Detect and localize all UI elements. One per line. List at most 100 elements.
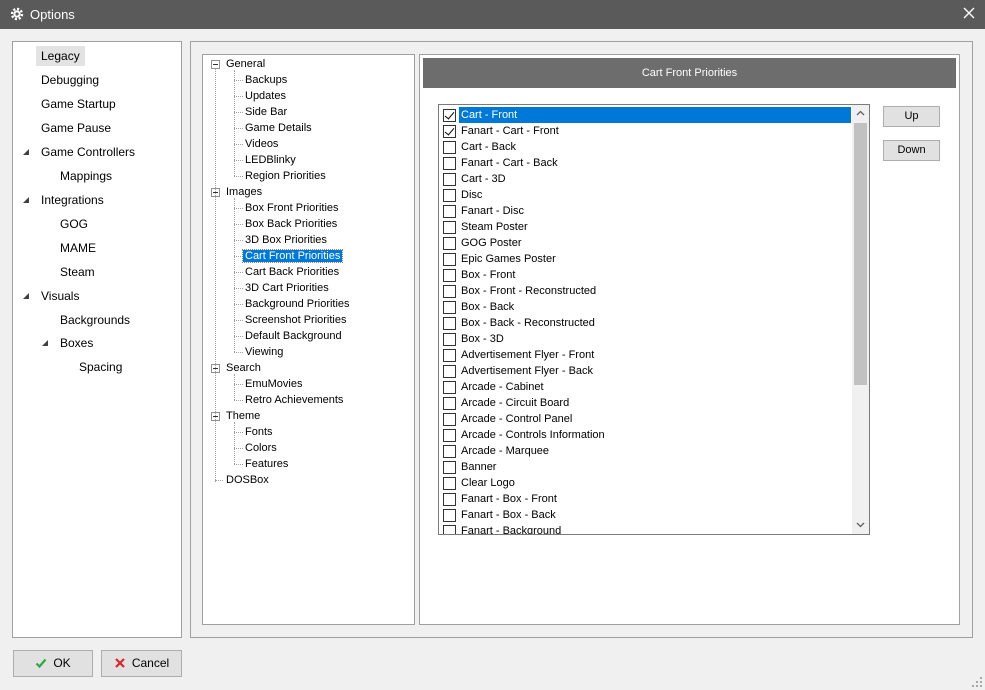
tree-node-region-priorities[interactable]: Region Priorities bbox=[243, 169, 328, 184]
list-scrollbar[interactable] bbox=[852, 105, 869, 534]
sidebar-item-backgrounds[interactable]: Backgrounds bbox=[55, 310, 135, 330]
sidebar-item-spacing[interactable]: Spacing bbox=[74, 357, 127, 377]
tree-node-dosbox[interactable]: DOSBox bbox=[224, 473, 271, 488]
move-down-button[interactable]: Down bbox=[883, 140, 940, 161]
priority-checkbox[interactable] bbox=[443, 445, 456, 458]
sidebar-item-gog[interactable]: GOG bbox=[55, 214, 93, 234]
tree-node-background-priorities[interactable]: Background Priorities bbox=[243, 297, 352, 312]
tree-node-viewing[interactable]: Viewing bbox=[243, 345, 285, 360]
tree-node-default-background[interactable]: Default Background bbox=[243, 329, 344, 344]
priority-item[interactable]: Advertisement Flyer - Front bbox=[439, 347, 852, 363]
priority-item[interactable]: Box - Front - Reconstructed bbox=[439, 283, 852, 299]
priority-item[interactable]: Banner bbox=[439, 459, 852, 475]
tree-node-cart-back-priorities[interactable]: Cart Back Priorities bbox=[243, 265, 341, 280]
priority-checkbox[interactable] bbox=[443, 109, 456, 122]
priority-item[interactable]: Box - Back - Reconstructed bbox=[439, 315, 852, 331]
priority-checkbox[interactable] bbox=[443, 301, 456, 314]
priority-item[interactable]: Cart - Front bbox=[439, 107, 852, 123]
priority-checkbox[interactable] bbox=[443, 173, 456, 186]
priority-checkbox[interactable] bbox=[443, 365, 456, 378]
priority-checkbox[interactable] bbox=[443, 509, 456, 522]
priority-checkbox[interactable] bbox=[443, 285, 456, 298]
priority-item[interactable]: Box - Front bbox=[439, 267, 852, 283]
priority-checkbox[interactable] bbox=[443, 397, 456, 410]
sidebar-item-game-startup[interactable]: Game Startup bbox=[36, 94, 121, 114]
tree-node-videos[interactable]: Videos bbox=[243, 137, 280, 152]
tree-node-screenshot-priorities[interactable]: Screenshot Priorities bbox=[243, 313, 349, 328]
priority-checkbox[interactable] bbox=[443, 461, 456, 474]
tree-node-general[interactable]: General bbox=[224, 57, 267, 72]
scroll-up-icon[interactable] bbox=[856, 109, 865, 118]
priority-list[interactable]: Fanart - Background Fanart - Box - Back Fa… bbox=[438, 104, 870, 535]
ok-button[interactable]: OK bbox=[13, 650, 93, 677]
sidebar-item-visuals[interactable]: Visuals bbox=[36, 286, 84, 306]
move-up-button[interactable]: Up bbox=[883, 106, 940, 127]
expanded-arrow-icon[interactable] bbox=[21, 195, 31, 205]
priority-item[interactable]: Steam Poster bbox=[439, 219, 852, 235]
priority-item[interactable]: Arcade - Marquee bbox=[439, 443, 852, 459]
priority-checkbox[interactable] bbox=[443, 253, 456, 266]
priority-item[interactable]: Fanart - Box - Back bbox=[439, 507, 852, 523]
priority-item[interactable]: Box - 3D bbox=[439, 331, 852, 347]
priority-item[interactable]: Fanart - Cart - Back bbox=[439, 155, 852, 171]
priority-checkbox[interactable] bbox=[443, 237, 456, 250]
tree-node-ledblinky[interactable]: LEDBlinky bbox=[243, 153, 298, 168]
priority-item[interactable]: Box - Back bbox=[439, 299, 852, 315]
tree-node-cart-front-priorities[interactable]: Cart Front Priorities bbox=[241, 249, 344, 264]
priority-item[interactable]: Arcade - Control Panel bbox=[439, 411, 852, 427]
tree-node-3d-cart-priorities[interactable]: 3D Cart Priorities bbox=[243, 281, 331, 296]
priority-checkbox[interactable] bbox=[443, 269, 456, 282]
priority-checkbox[interactable] bbox=[443, 141, 456, 154]
priority-checkbox[interactable] bbox=[443, 317, 456, 330]
priority-item[interactable]: Arcade - Cabinet bbox=[439, 379, 852, 395]
priority-checkbox[interactable] bbox=[443, 221, 456, 234]
priority-item[interactable]: Cart - Back bbox=[439, 139, 852, 155]
priority-item[interactable]: Fanart - Box - Front bbox=[439, 491, 852, 507]
tree-node-box-back-priorities[interactable]: Box Back Priorities bbox=[243, 217, 339, 232]
priority-item[interactable]: GOG Poster bbox=[439, 235, 852, 251]
sidebar-item-game-controllers[interactable]: Game Controllers bbox=[36, 142, 140, 162]
priority-item[interactable]: Fanart - Background bbox=[439, 523, 852, 534]
priority-item[interactable]: Fanart - Disc bbox=[439, 203, 852, 219]
tree-node-side-bar[interactable]: Side Bar bbox=[243, 105, 289, 120]
sidebar-item-steam[interactable]: Steam bbox=[55, 262, 100, 282]
scroll-down-icon[interactable] bbox=[856, 520, 865, 529]
resize-grip-icon[interactable] bbox=[971, 676, 983, 688]
expanded-arrow-icon[interactable] bbox=[21, 147, 31, 157]
priority-checkbox[interactable] bbox=[443, 493, 456, 506]
priority-checkbox[interactable] bbox=[443, 205, 456, 218]
priority-checkbox[interactable] bbox=[443, 189, 456, 202]
priority-item[interactable]: Clear Logo bbox=[439, 475, 852, 491]
sidebar-item-mappings[interactable]: Mappings bbox=[55, 166, 117, 186]
priority-checkbox[interactable] bbox=[443, 125, 456, 138]
tree-node-backups[interactable]: Backups bbox=[243, 73, 289, 88]
priority-item[interactable]: Arcade - Circuit Board bbox=[439, 395, 852, 411]
tree-node-theme[interactable]: Theme bbox=[224, 409, 262, 424]
sidebar-item-mame[interactable]: MAME bbox=[55, 238, 101, 258]
priority-checkbox[interactable] bbox=[443, 477, 456, 490]
sidebar-item-integrations[interactable]: Integrations bbox=[36, 190, 109, 210]
priority-checkbox[interactable] bbox=[443, 157, 456, 170]
sidebar-item-game-pause[interactable]: Game Pause bbox=[36, 118, 116, 138]
cancel-button[interactable]: Cancel bbox=[101, 650, 182, 677]
priority-checkbox[interactable] bbox=[443, 349, 456, 362]
priority-checkbox[interactable] bbox=[443, 413, 456, 426]
priority-checkbox[interactable] bbox=[443, 525, 456, 534]
priority-item[interactable]: Fanart - Cart - Front bbox=[439, 123, 852, 139]
priority-item[interactable]: Epic Games Poster bbox=[439, 251, 852, 267]
priority-item[interactable]: Arcade - Controls Information bbox=[439, 427, 852, 443]
sidebar-item-boxes[interactable]: Boxes bbox=[55, 333, 98, 353]
tree-node-fonts[interactable]: Fonts bbox=[243, 425, 275, 440]
sidebar-item-debugging[interactable]: Debugging bbox=[36, 70, 104, 90]
priority-checkbox[interactable] bbox=[443, 333, 456, 346]
expanded-arrow-icon[interactable] bbox=[40, 338, 50, 348]
expanded-arrow-icon[interactable] bbox=[21, 291, 31, 301]
sidebar-item-legacy[interactable]: Legacy bbox=[36, 46, 85, 66]
tree-node-game-details[interactable]: Game Details bbox=[243, 121, 314, 136]
tree-node-images[interactable]: Images bbox=[224, 185, 264, 200]
tree-node-retro-achievements[interactable]: Retro Achievements bbox=[243, 393, 345, 408]
priority-item[interactable]: Advertisement Flyer - Back bbox=[439, 363, 852, 379]
close-icon[interactable] bbox=[961, 5, 977, 21]
priority-item[interactable]: Disc bbox=[439, 187, 852, 203]
priority-checkbox[interactable] bbox=[443, 429, 456, 442]
